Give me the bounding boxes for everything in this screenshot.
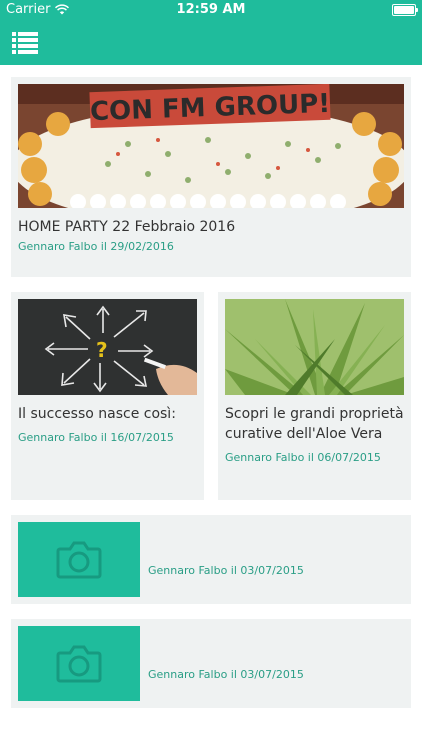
camera-placeholder-icon bbox=[56, 645, 102, 682]
svg-text:?: ? bbox=[96, 338, 108, 362]
battery-icon bbox=[392, 4, 418, 16]
cake-photo: CON FM GROUP! bbox=[18, 84, 404, 208]
post-title: HOME PARTY 22 Febbraio 2016 bbox=[18, 219, 236, 235]
post-title: Il successo nasce così: bbox=[18, 406, 176, 422]
post-title: Scopri le grandi proprietà curative dell… bbox=[225, 406, 404, 442]
status-bar: Carrier 12:59 AM bbox=[0, 0, 422, 20]
image-placeholder bbox=[18, 626, 140, 701]
status-time: 12:59 AM bbox=[176, 2, 246, 17]
aloe-vera-photo bbox=[225, 299, 404, 395]
post-card-aloe-vera[interactable]: Scopri le grandi proprietà curative dell… bbox=[218, 292, 411, 500]
post-meta: Gennaro Falbo il 29/02/2016 bbox=[18, 240, 174, 253]
image-placeholder bbox=[18, 522, 140, 597]
post-meta: Gennaro Falbo il 03/07/2015 bbox=[148, 564, 304, 577]
post-card-successo[interactable]: ? Il successo nasce così: Gennaro Falbo … bbox=[11, 292, 204, 500]
navigation-bar bbox=[0, 20, 422, 65]
camera-placeholder-icon bbox=[56, 541, 102, 578]
post-meta: Gennaro Falbo il 06/07/2015 bbox=[225, 451, 381, 464]
post-meta: Gennaro Falbo il 16/07/2015 bbox=[18, 431, 174, 444]
post-card-placeholder-1[interactable]: Gennaro Falbo il 03/07/2015 bbox=[11, 515, 411, 604]
list-menu-icon[interactable] bbox=[12, 32, 38, 54]
chalkboard-arrows-photo: ? bbox=[18, 299, 197, 395]
post-meta: Gennaro Falbo il 03/07/2015 bbox=[148, 668, 304, 681]
post-card-placeholder-2[interactable]: Gennaro Falbo il 03/07/2015 bbox=[11, 619, 411, 708]
post-card-home-party[interactable]: CON FM GROUP! HOME PARTY 22 Febbraio 201… bbox=[11, 77, 411, 277]
